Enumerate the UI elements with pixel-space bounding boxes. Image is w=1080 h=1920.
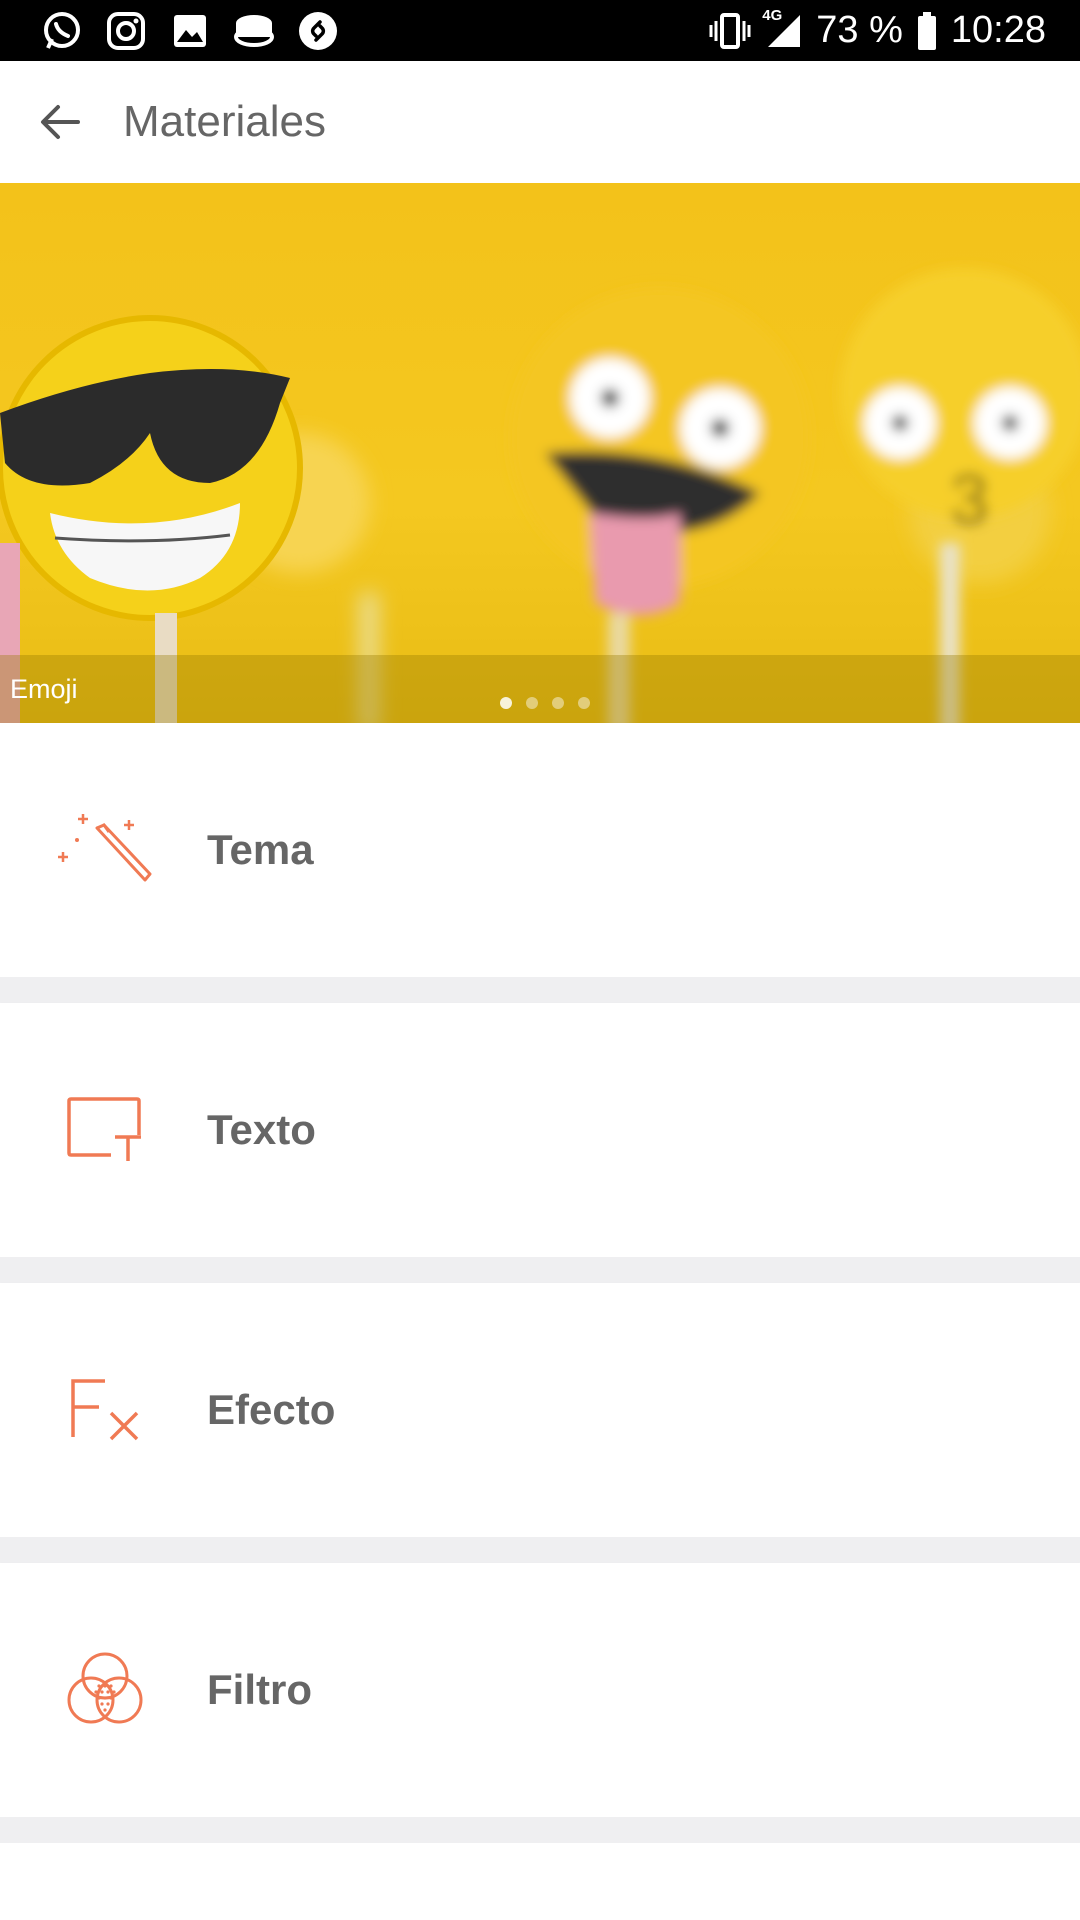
menu-item-label: Efecto (207, 1386, 336, 1433)
menu-item-efecto[interactable]: Efecto (0, 1283, 1080, 1537)
shazam-icon (296, 9, 340, 53)
app-bar: Materiales (0, 61, 1080, 183)
carousel-dot[interactable] (526, 697, 538, 709)
magic-wand-icon (50, 805, 160, 895)
emoji-lollipops-image: 3 (0, 268, 1080, 723)
menu-item-label: Texto (207, 1106, 316, 1153)
status-bar: 4G 73 % 10:28 (0, 0, 1080, 61)
back-arrow-icon (41, 105, 80, 139)
carousel-indicator (500, 697, 590, 709)
fx-icon (50, 1365, 160, 1455)
clock: 10:28 (950, 9, 1046, 51)
menu-item-filtro[interactable]: Filtro (0, 1563, 1080, 1817)
banner-caption-bar (0, 655, 1080, 723)
banner-caption: Emoji (10, 674, 78, 704)
menu-item-partial[interactable] (0, 1843, 1080, 1920)
separator (0, 977, 1080, 1003)
menu-item-texto[interactable]: Texto (0, 1003, 1080, 1257)
instagram-icon (104, 9, 148, 53)
banner-carousel[interactable]: 3 Emoji (0, 183, 1080, 723)
back-button[interactable] (0, 61, 120, 183)
notification-icons (40, 9, 340, 53)
menu-item-tema[interactable]: Tema (0, 723, 1080, 977)
separator (0, 1817, 1080, 1843)
menu-item-label: Tema (207, 826, 314, 873)
battery-percent: 73 % (816, 9, 903, 51)
whatsapp-icon (40, 9, 84, 53)
carousel-dot[interactable] (500, 697, 512, 709)
svg-text:3: 3 (950, 460, 989, 538)
carousel-dot[interactable] (578, 697, 590, 709)
app-icon (232, 9, 276, 53)
carousel-dot[interactable] (552, 697, 564, 709)
battery-icon (917, 11, 937, 50)
page-title: Materiales (123, 97, 326, 146)
separator (0, 1257, 1080, 1283)
network-type: 4G (762, 6, 783, 24)
menu-item-label: Filtro (207, 1666, 312, 1713)
text-box-icon (50, 1085, 160, 1175)
gallery-icon (168, 9, 212, 53)
signal-icon: 4G (762, 7, 802, 49)
filter-circles-icon (50, 1645, 160, 1735)
separator (0, 1537, 1080, 1563)
vibrate-icon (708, 12, 752, 49)
